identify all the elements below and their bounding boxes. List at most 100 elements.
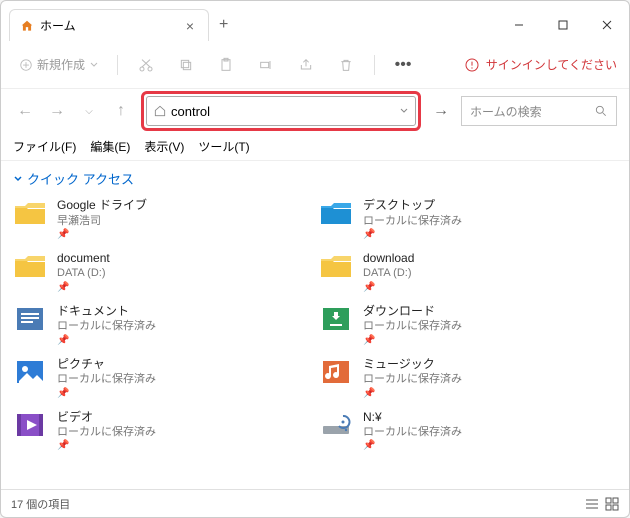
item-name: Google ドライブ: [57, 198, 147, 214]
signin-label: サインインしてください: [486, 56, 617, 73]
list-item[interactable]: downloadDATA (D:)📌: [319, 249, 617, 296]
search-icon: [594, 104, 608, 118]
signin-prompt[interactable]: サインインしてください: [464, 56, 617, 73]
pin-icon: 📌: [57, 334, 156, 347]
folder-icon: [13, 357, 49, 387]
list-item[interactable]: ドキュメントローカルに保存済み📌: [13, 302, 311, 349]
tab-home[interactable]: ホーム ×: [9, 9, 209, 41]
item-name: document: [57, 251, 110, 267]
trash-icon: [338, 57, 354, 73]
item-sub: ローカルに保存済み: [57, 372, 156, 386]
folder-icon: [13, 410, 49, 440]
item-name: ミュージック: [363, 357, 462, 373]
chevron-down-icon[interactable]: [399, 106, 409, 116]
minimize-button[interactable]: [497, 9, 541, 41]
share-button[interactable]: [290, 49, 322, 81]
home-icon: [153, 104, 167, 118]
folder-icon: [13, 198, 49, 228]
titlebar: ホーム × +: [1, 1, 629, 41]
list-item[interactable]: デスクトップローカルに保存済み📌: [319, 196, 617, 243]
item-sub: 早瀬浩司: [57, 214, 147, 228]
item-sub: ローカルに保存済み: [363, 214, 462, 228]
copy-icon: [178, 57, 194, 73]
new-button-label: 新規作成: [37, 56, 85, 73]
menubar: ファイル(F) 編集(E) 表示(V) ツール(T): [1, 133, 629, 161]
list-item[interactable]: ミュージックローカルに保存済み📌: [319, 355, 617, 402]
list-item[interactable]: Google ドライブ早瀬浩司📌: [13, 196, 311, 243]
list-item[interactable]: N:¥ローカルに保存済み📌: [319, 408, 617, 455]
folder-icon: [13, 251, 49, 281]
folder-icon: [319, 410, 355, 440]
cut-button[interactable]: [130, 49, 162, 81]
list-item[interactable]: ピクチャローカルに保存済み📌: [13, 355, 311, 402]
tab-title: ホーム: [40, 17, 76, 34]
list-item[interactable]: documentDATA (D:)📌: [13, 249, 311, 296]
explorer-window: ホーム × + 新規作成 ••• サインインしてください ←: [0, 0, 630, 518]
quick-access-header[interactable]: クイック アクセス: [13, 169, 617, 188]
list-item[interactable]: ダウンロードローカルに保存済み📌: [319, 302, 617, 349]
go-button[interactable]: →: [429, 102, 453, 120]
item-name: デスクトップ: [363, 198, 462, 214]
item-sub: ローカルに保存済み: [363, 319, 462, 333]
pin-icon: 📌: [57, 387, 156, 400]
search-placeholder: ホームの検索: [470, 103, 594, 120]
folder-icon: [319, 198, 355, 228]
menu-file[interactable]: ファイル(F): [13, 138, 76, 155]
chevron-down-icon: [13, 174, 23, 184]
item-name: N:¥: [363, 410, 462, 426]
nav-row: ← → ⌵ ↑ → ホームの検索: [1, 89, 629, 133]
forward-button[interactable]: →: [45, 99, 69, 123]
recent-dropdown[interactable]: ⌵: [77, 99, 101, 123]
up-button[interactable]: ↑: [109, 99, 133, 123]
pin-icon: 📌: [57, 228, 147, 241]
share-icon: [298, 57, 314, 73]
details-view-button[interactable]: [585, 497, 599, 511]
copy-button[interactable]: [170, 49, 202, 81]
pin-icon: 📌: [363, 228, 462, 241]
more-button[interactable]: •••: [387, 49, 419, 81]
item-name: ドキュメント: [57, 304, 156, 320]
search-box[interactable]: ホームの検索: [461, 96, 617, 126]
list-item[interactable]: ビデオローカルに保存済み📌: [13, 408, 311, 455]
content-area: クイック アクセス Google ドライブ早瀬浩司📌デスクトップローカルに保存済…: [1, 161, 629, 489]
tab-close-button[interactable]: ×: [182, 18, 198, 34]
close-button[interactable]: [585, 9, 629, 41]
folder-icon: [13, 304, 49, 334]
quick-access-label: クイック アクセス: [27, 169, 134, 188]
menu-tools[interactable]: ツール(T): [198, 138, 249, 155]
folder-icon: [319, 251, 355, 281]
scissors-icon: [138, 57, 154, 73]
folder-icon: [319, 304, 355, 334]
address-bar-highlight: [141, 91, 421, 131]
toolbar: 新規作成 ••• サインインしてください: [1, 41, 629, 89]
plus-circle-icon: [19, 58, 33, 72]
new-button[interactable]: 新規作成: [13, 52, 105, 77]
pin-icon: 📌: [363, 387, 462, 400]
alert-icon: [464, 57, 480, 73]
new-tab-button[interactable]: +: [209, 9, 238, 41]
menu-view[interactable]: 表示(V): [144, 138, 184, 155]
item-sub: ローカルに保存済み: [57, 425, 156, 439]
item-name: ビデオ: [57, 410, 156, 426]
paste-button[interactable]: [210, 49, 242, 81]
pin-icon: 📌: [363, 334, 462, 347]
address-bar[interactable]: [146, 96, 416, 126]
window-buttons: [497, 9, 629, 41]
rename-button[interactable]: [250, 49, 282, 81]
item-grid: Google ドライブ早瀬浩司📌デスクトップローカルに保存済み📌document…: [13, 196, 617, 454]
pin-icon: 📌: [363, 281, 414, 294]
rename-icon: [258, 57, 274, 73]
address-input[interactable]: [167, 104, 399, 119]
pin-icon: 📌: [57, 281, 110, 294]
maximize-button[interactable]: [541, 9, 585, 41]
item-sub: ローカルに保存済み: [363, 425, 462, 439]
item-sub: DATA (D:): [57, 266, 110, 280]
status-bar: 17 個の項目: [1, 489, 629, 517]
delete-button[interactable]: [330, 49, 362, 81]
icons-view-button[interactable]: [605, 497, 619, 511]
home-icon: [20, 19, 34, 33]
menu-edit[interactable]: 編集(E): [90, 138, 130, 155]
back-button[interactable]: ←: [13, 99, 37, 123]
pin-icon: 📌: [57, 439, 156, 452]
pin-icon: 📌: [363, 439, 462, 452]
